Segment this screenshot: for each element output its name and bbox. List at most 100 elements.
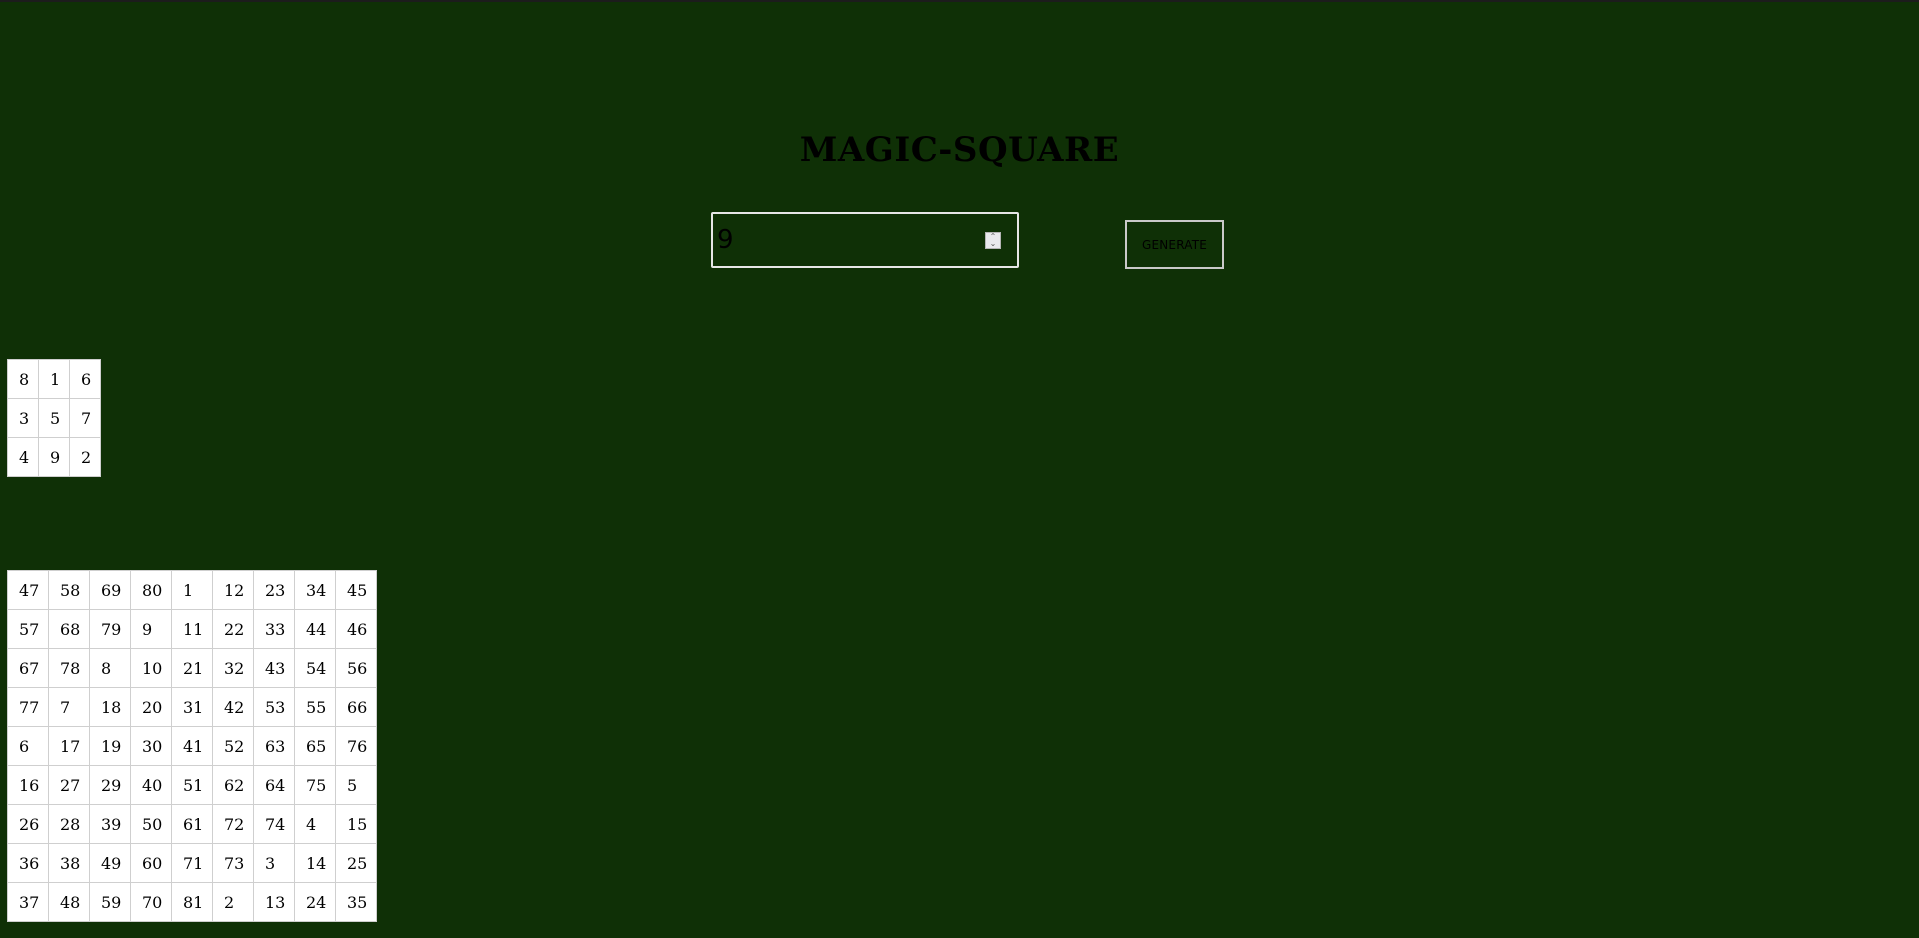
table-row: 37 48 59 70 81 2 13 24 35 <box>7 882 377 922</box>
table-cell: 5 <box>335 765 377 805</box>
table-cell: 2 <box>69 437 101 477</box>
table-cell: 12 <box>212 570 254 610</box>
table-cell: 1 <box>171 570 213 610</box>
size-input-wrapper: ⌃⌄ <box>711 212 1019 268</box>
table-cell: 25 <box>335 843 377 883</box>
table-cell: 74 <box>253 804 295 844</box>
table-row: 26 28 39 50 61 72 74 4 15 <box>7 804 377 844</box>
table-cell: 61 <box>171 804 213 844</box>
table-cell: 77 <box>7 687 49 727</box>
table-cell: 56 <box>335 648 377 688</box>
table-cell: 30 <box>130 726 172 766</box>
table-cell: 39 <box>89 804 131 844</box>
table-cell: 75 <box>294 765 336 805</box>
table-cell: 45 <box>335 570 377 610</box>
table-row: 3 5 7 <box>7 398 101 438</box>
table-cell: 71 <box>171 843 213 883</box>
magic-square-3x3: 8 1 6 3 5 7 4 9 2 <box>7 359 101 477</box>
table-cell: 67 <box>7 648 49 688</box>
table-cell: 3 <box>253 843 295 883</box>
table-cell: 2 <box>212 882 254 922</box>
table-cell: 34 <box>294 570 336 610</box>
table-cell: 22 <box>212 609 254 649</box>
table-cell: 43 <box>253 648 295 688</box>
table-cell: 55 <box>294 687 336 727</box>
table-cell: 4 <box>294 804 336 844</box>
table-cell: 48 <box>48 882 90 922</box>
table-cell: 33 <box>253 609 295 649</box>
table-cell: 9 <box>130 609 172 649</box>
table-row: 67 78 8 10 21 32 43 54 56 <box>7 648 377 688</box>
table-cell: 21 <box>171 648 213 688</box>
table-cell: 3 <box>7 398 39 438</box>
table-row: 6 17 19 30 41 52 63 65 76 <box>7 726 377 766</box>
table-cell: 5 <box>38 398 70 438</box>
table-cell: 8 <box>89 648 131 688</box>
table-cell: 27 <box>48 765 90 805</box>
table-cell: 63 <box>253 726 295 766</box>
table-cell: 11 <box>171 609 213 649</box>
table-cell: 72 <box>212 804 254 844</box>
table-cell: 47 <box>7 570 49 610</box>
table-cell: 58 <box>48 570 90 610</box>
table-cell: 79 <box>89 609 131 649</box>
table-cell: 36 <box>7 843 49 883</box>
table-cell: 60 <box>130 843 172 883</box>
table-cell: 38 <box>48 843 90 883</box>
table-cell: 65 <box>294 726 336 766</box>
table-cell: 62 <box>212 765 254 805</box>
table-cell: 15 <box>335 804 377 844</box>
table-cell: 32 <box>212 648 254 688</box>
table-cell: 7 <box>48 687 90 727</box>
table-cell: 20 <box>130 687 172 727</box>
magic-square-9x9: 47 58 69 80 1 12 23 34 45 57 68 79 9 11 … <box>7 570 377 922</box>
table-cell: 4 <box>7 437 39 477</box>
table-cell: 70 <box>130 882 172 922</box>
table-cell: 10 <box>130 648 172 688</box>
table-cell: 14 <box>294 843 336 883</box>
size-input[interactable] <box>717 214 977 266</box>
table-cell: 13 <box>253 882 295 922</box>
table-cell: 73 <box>212 843 254 883</box>
table-cell: 81 <box>171 882 213 922</box>
table-row: 16 27 29 40 51 62 64 75 5 <box>7 765 377 805</box>
table-cell: 24 <box>294 882 336 922</box>
table-cell: 35 <box>335 882 377 922</box>
table-cell: 80 <box>130 570 172 610</box>
table-cell: 8 <box>7 359 39 399</box>
table-row: 36 38 49 60 71 73 3 14 25 <box>7 843 377 883</box>
table-cell: 46 <box>335 609 377 649</box>
table-cell: 78 <box>48 648 90 688</box>
table-row: 57 68 79 9 11 22 33 44 46 <box>7 609 377 649</box>
table-cell: 6 <box>69 359 101 399</box>
table-row: 77 7 18 20 31 42 53 55 66 <box>7 687 377 727</box>
table-cell: 17 <box>48 726 90 766</box>
table-cell: 49 <box>89 843 131 883</box>
table-cell: 6 <box>7 726 49 766</box>
table-cell: 52 <box>212 726 254 766</box>
table-cell: 53 <box>253 687 295 727</box>
generate-button[interactable]: GENERATE <box>1125 220 1224 269</box>
table-cell: 29 <box>89 765 131 805</box>
table-cell: 28 <box>48 804 90 844</box>
table-cell: 44 <box>294 609 336 649</box>
table-row: 4 9 2 <box>7 437 101 477</box>
table-cell: 31 <box>171 687 213 727</box>
number-spinner-icon[interactable]: ⌃ ⌄ <box>985 232 1001 249</box>
table-cell: 66 <box>335 687 377 727</box>
table-cell: 1 <box>38 359 70 399</box>
table-cell: 50 <box>130 804 172 844</box>
page-title: MAGIC-SQUARE <box>799 130 1120 170</box>
table-row: 8 1 6 <box>7 359 101 399</box>
table-cell: 7 <box>69 398 101 438</box>
table-cell: 57 <box>7 609 49 649</box>
table-row: 47 58 69 80 1 12 23 34 45 <box>7 570 377 610</box>
table-cell: 68 <box>48 609 90 649</box>
table-cell: 9 <box>38 437 70 477</box>
table-cell: 76 <box>335 726 377 766</box>
table-cell: 42 <box>212 687 254 727</box>
table-cell: 69 <box>89 570 131 610</box>
table-cell: 26 <box>7 804 49 844</box>
table-cell: 64 <box>253 765 295 805</box>
table-cell: 59 <box>89 882 131 922</box>
